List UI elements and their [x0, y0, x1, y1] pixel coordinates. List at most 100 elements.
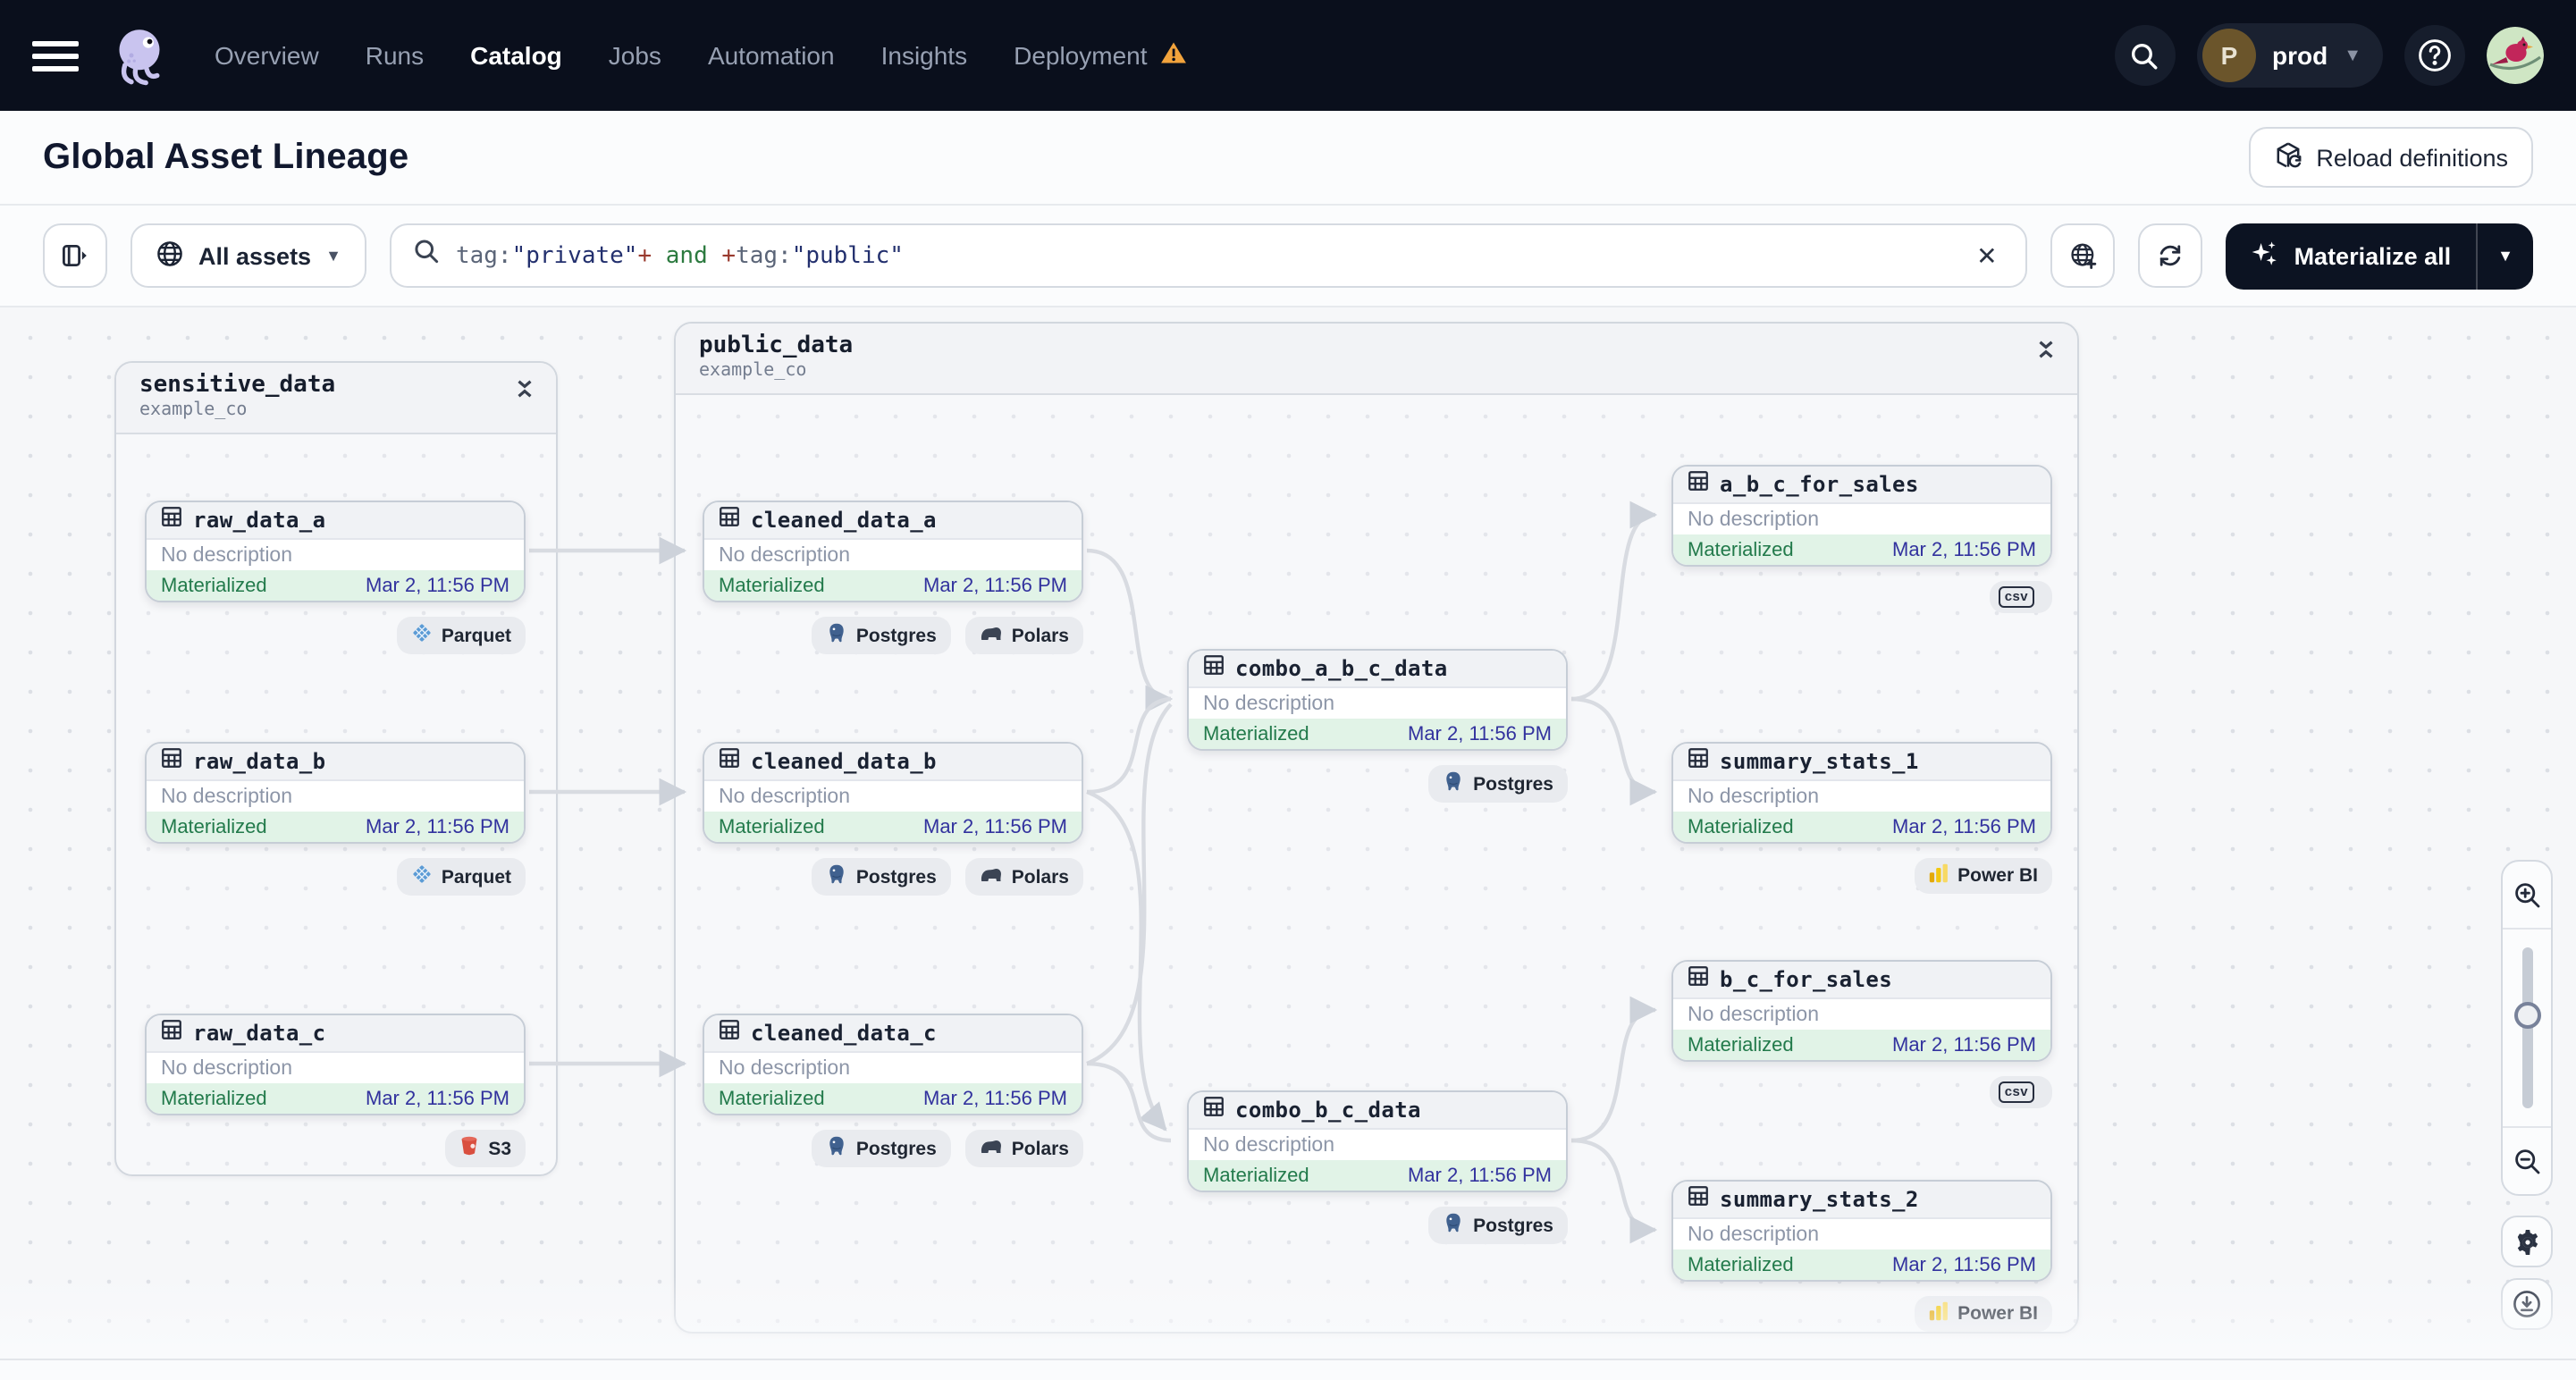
tag-power-bi[interactable]: Power BI [1915, 1296, 2052, 1332]
tag-postgres[interactable]: Postgres [1428, 765, 1568, 803]
asset-name: cleaned_data_a [751, 508, 937, 533]
zoom-controls [2501, 860, 2553, 1196]
refresh-icon[interactable] [2138, 223, 2203, 288]
materialized-timestamp: Mar 2, 11:56 PM [366, 575, 509, 596]
asset-node[interactable]: combo_a_b_c_data No description Material… [1187, 649, 1568, 751]
asset-node[interactable]: combo_b_c_data No description Materializ… [1187, 1090, 1568, 1192]
table-icon [161, 1017, 182, 1049]
materialized-timestamp: Mar 2, 11:56 PM [923, 575, 1067, 596]
page-header: Global Asset Lineage Reload definitions [0, 111, 2576, 206]
zoom-slider[interactable] [2503, 930, 2551, 1126]
search-icon[interactable] [2114, 25, 2176, 86]
materialize-all-button[interactable]: Materialize all ▼ [2226, 223, 2533, 289]
asset-name: raw_data_c [193, 1021, 326, 1046]
asset-combo-a-b-c-data: combo_a_b_c_data No description Material… [1187, 649, 1568, 803]
status-badge: Materialized [719, 1088, 825, 1109]
materialized-timestamp: Mar 2, 11:56 PM [1408, 1165, 1552, 1186]
asset-summary-stats-2: summary_stats_2 No description Materiali… [1671, 1180, 2052, 1332]
asset-scope-selector[interactable]: All assets ▼ [130, 223, 366, 288]
zoom-in-icon[interactable] [2503, 862, 2551, 928]
tag-postgres[interactable]: Postgres [811, 617, 951, 654]
nav-automation[interactable]: Automation [708, 41, 835, 70]
materialized-timestamp: Mar 2, 11:56 PM [1408, 723, 1552, 745]
tag-s3[interactable]: S3 [445, 1130, 526, 1167]
tag-parquet[interactable]: Parquet [396, 617, 526, 654]
tag-polars[interactable]: Polars [964, 617, 1083, 654]
group-header[interactable]: public_data example_co [676, 324, 2077, 396]
asset-node[interactable]: summary_stats_1 No description Materiali… [1671, 742, 2052, 844]
postgres-icon [826, 622, 847, 649]
materialized-timestamp: Mar 2, 11:56 PM [366, 816, 509, 837]
table-icon [1688, 963, 1709, 996]
asset-cleaned-data-b: cleaned_data_b No description Materializ… [703, 742, 1083, 896]
reload-definitions-button[interactable]: Reload definitions [2248, 127, 2533, 188]
tag-csv[interactable]: csv [1989, 581, 2052, 614]
tag-power-bi[interactable]: Power BI [1915, 858, 2052, 894]
asset-description: No description [704, 1053, 1082, 1083]
asset-node[interactable]: summary_stats_2 No description Materiali… [1671, 1180, 2052, 1282]
help-icon[interactable] [2404, 25, 2465, 86]
deployment-switcher[interactable]: P prod ▼ [2196, 23, 2383, 88]
nav-jobs[interactable]: Jobs [609, 41, 661, 70]
asset-node[interactable]: cleaned_data_a No description Materializ… [703, 501, 1083, 602]
asset-node[interactable]: raw_data_b No description Materialized Ma… [145, 742, 526, 844]
download-icon[interactable] [2501, 1278, 2553, 1330]
lineage-canvas[interactable]: sensitive_data example_co public_data ex… [0, 307, 2576, 1380]
avatar[interactable] [2487, 27, 2544, 84]
tag-polars[interactable]: Polars [964, 858, 1083, 896]
app-window: Overview Runs Catalog Jobs Automation In… [0, 0, 2576, 1380]
menu-icon[interactable] [32, 32, 79, 79]
asset-node[interactable]: cleaned_data_b No description Materializ… [703, 742, 1083, 844]
table-icon [719, 1017, 740, 1049]
reload-cube-icon [2273, 140, 2302, 174]
asset-node[interactable]: a_b_c_for_sales No description Materiali… [1671, 465, 2052, 567]
zoom-out-icon[interactable] [2503, 1128, 2551, 1194]
tag-postgres[interactable]: Postgres [811, 1130, 951, 1167]
status-badge: Materialized [161, 1088, 267, 1109]
asset-name: b_c_for_sales [1720, 967, 1893, 992]
table-icon [1203, 652, 1225, 685]
open-panel-icon[interactable] [43, 223, 107, 288]
group-header[interactable]: sensitive_data example_co [116, 363, 556, 435]
nav-deployment[interactable]: Deployment [1014, 41, 1186, 70]
tag-polars[interactable]: Polars [964, 1130, 1083, 1167]
nav-insights[interactable]: Insights [881, 41, 968, 70]
status-badge: Materialized [1688, 1034, 1794, 1056]
search-icon [413, 238, 440, 273]
asset-name: summary_stats_2 [1720, 1187, 1919, 1212]
table-icon [719, 745, 740, 778]
status-badge: Materialized [1688, 539, 1794, 560]
asset-node[interactable]: b_c_for_sales No description Materialize… [1671, 960, 2052, 1062]
group-name: public_data [699, 332, 854, 359]
globe-add-icon[interactable] [2050, 223, 2116, 288]
collapse-group-icon[interactable] [515, 372, 535, 409]
asset-description: No description [1189, 1130, 1566, 1160]
clear-filter-icon[interactable]: ✕ [1969, 237, 2004, 274]
materialize-options-icon[interactable]: ▼ [2478, 223, 2533, 289]
asset-combo-b-c-data: combo_b_c_data No description Materializ… [1187, 1090, 1568, 1244]
nav-overview[interactable]: Overview [215, 41, 319, 70]
asset-node[interactable]: raw_data_a No description Materialized Ma… [145, 501, 526, 602]
asset-node[interactable]: raw_data_c No description Materialized Ma… [145, 1014, 526, 1115]
tag-postgres[interactable]: Postgres [811, 858, 951, 896]
tag-csv[interactable]: csv [1989, 1076, 2052, 1109]
nav-links: Overview Runs Catalog Jobs Automation In… [215, 41, 1187, 70]
octopus-logo-icon[interactable] [107, 23, 172, 88]
topbar-right: P prod ▼ [2114, 23, 2544, 88]
status-badge: Materialized [1688, 1254, 1794, 1275]
nav-runs[interactable]: Runs [366, 41, 424, 70]
tag-postgres[interactable]: Postgres [1428, 1207, 1568, 1244]
asset-filter-input[interactable]: tag:"private"+ and +tag:"public" ✕ [389, 223, 2028, 288]
graph-settings-icon[interactable] [2501, 1216, 2553, 1267]
nav-catalog[interactable]: Catalog [470, 41, 562, 70]
zoom-slider-thumb[interactable] [2513, 1002, 2540, 1029]
collapse-group-icon[interactable] [2036, 332, 2056, 370]
asset-description: No description [704, 781, 1082, 812]
status-badge: Materialized [1203, 723, 1309, 745]
table-icon [1203, 1094, 1225, 1126]
materialized-timestamp: Mar 2, 11:56 PM [1892, 816, 2036, 837]
asset-node[interactable]: cleaned_data_c No description Materializ… [703, 1014, 1083, 1115]
status-badge: Materialized [719, 575, 825, 596]
tag-parquet[interactable]: Parquet [396, 858, 526, 896]
group-name: sensitive_data [139, 372, 336, 399]
